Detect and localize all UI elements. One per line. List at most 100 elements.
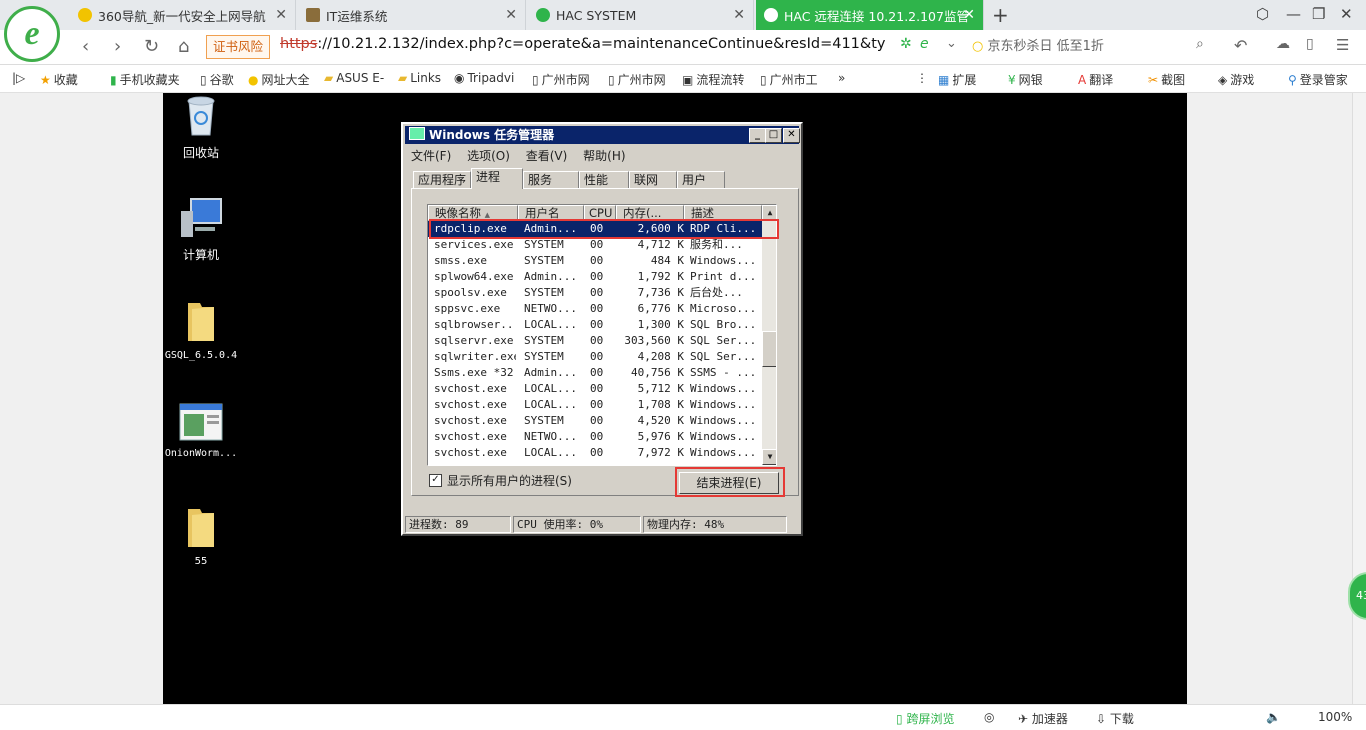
bookmark-mobile[interactable]: ▮ 手机收藏夹 <box>110 71 180 88</box>
menu-file[interactable]: 文件(F) <box>411 149 451 163</box>
desktop-icon-computer[interactable]: 计算机 <box>163 197 241 263</box>
bookmark-flow[interactable]: ▣ 流程流转 <box>682 71 744 88</box>
bookmark-asus[interactable]: ▰ ASUS E- <box>324 71 384 85</box>
grid-icon: ▦ <box>938 73 950 87</box>
url-field[interactable]: https://10.21.2.132/index.php?c=operate&… <box>280 36 885 52</box>
tab-hac-system[interactable]: HAC SYSTEM ✕ <box>528 0 754 30</box>
menu-view[interactable]: 查看(V) <box>526 149 568 163</box>
task-manager-titlebar[interactable]: Windows 任务管理器 _ □ ✕ <box>405 126 800 144</box>
desktop-icon-55-folder[interactable]: 55 <box>163 505 241 567</box>
reload-icon[interactable]: ↻ <box>144 36 159 57</box>
bookmark-gz-1[interactable]: ▯ 广州市网 <box>532 71 590 88</box>
remote-desktop[interactable]: 回收站 计算机 GSQL_6.5.0.4 OnionWorm... 55 Win… <box>163 93 1187 704</box>
maximize-icon[interactable]: □ <box>765 128 782 143</box>
bookmark-sites[interactable]: ● 网址大全 <box>248 71 310 88</box>
bookmark-favorites[interactable]: ★ 收藏 <box>40 71 78 88</box>
tab-applications[interactable]: 应用程序 <box>413 171 471 188</box>
minimize-icon[interactable]: _ <box>749 128 766 143</box>
new-tab-button[interactable]: + <box>992 3 1009 27</box>
menu-icon[interactable]: ☰ <box>1336 36 1349 54</box>
bank-button[interactable]: ¥ 网银 <box>1008 71 1043 88</box>
scroll-down-icon[interactable]: ▼ <box>762 449 776 465</box>
extensions-button[interactable]: ▦ 扩展 <box>938 71 976 88</box>
table-row[interactable]: sqlservr.exe SYSTEM 00 303,560 K SQL Ser... <box>428 333 762 349</box>
speed-icon[interactable]: ✲ <box>900 36 912 52</box>
search-input[interactable]: ○ 京东秒杀日 低至1折 <box>972 36 1214 58</box>
float-assistant-ball[interactable]: 43 <box>1348 572 1366 620</box>
browser-logo-icon[interactable]: e <box>4 6 60 62</box>
download-button[interactable]: ⇩ 下载 <box>1096 710 1134 727</box>
table-row[interactable]: svchost.exe NETWO... 00 5,976 K Windows... <box>428 429 762 445</box>
skin-icon[interactable]: ⬡ <box>1256 5 1269 23</box>
task-manager-window[interactable]: Windows 任务管理器 _ □ ✕ 文件(F) 选项(O) 查看(V) 帮助… <box>401 122 803 536</box>
desktop-icon-onionworm[interactable]: OnionWorm... <box>163 403 241 459</box>
tab-services[interactable]: 服务 <box>523 171 579 188</box>
bookmark-gz-3[interactable]: ▯ 广州市工 <box>760 71 818 88</box>
process-list[interactable]: 映像名称 ▲ 用户名 CPU 内存(... 描述 rdpclip.exe Admi… <box>427 204 777 466</box>
cert-warning-button[interactable]: 证书风险 <box>206 35 271 59</box>
desktop-icon-gsql-folder[interactable]: GSQL_6.5.0.4 <box>163 299 241 361</box>
games-button[interactable]: ◈ 游戏 <box>1218 71 1254 88</box>
restore-icon[interactable]: ❐ <box>1312 5 1325 23</box>
table-row[interactable]: sqlwriter.exe SYSTEM 00 4,208 K SQL Ser... <box>428 349 762 365</box>
table-row[interactable]: spoolsv.exe SYSTEM 00 7,736 K 后台处... <box>428 285 762 301</box>
minimize-icon[interactable]: — <box>1286 5 1301 23</box>
bookmark-more[interactable]: » <box>838 71 845 85</box>
close-icon[interactable]: ✕ <box>783 128 800 143</box>
table-row[interactable]: svchost.exe LOCAL... 00 5,712 K Windows... <box>428 381 762 397</box>
close-tab-icon[interactable]: ✕ <box>963 7 975 23</box>
forward-icon[interactable]: › <box>114 36 121 57</box>
chevron-down-icon[interactable]: ⌄ <box>946 36 957 51</box>
close-tab-icon[interactable]: ✕ <box>505 7 517 23</box>
show-all-users-checkbox[interactable]: ✓ 显示所有用户的进程(S) <box>429 472 572 489</box>
table-row[interactable]: Ssms.exe *32 Admin... 00 40,756 K SSMS - ... <box>428 365 762 381</box>
bookmark-google[interactable]: ▯ 谷歌 <box>200 71 234 88</box>
search-icon[interactable]: ⌕ <box>1196 36 1204 52</box>
tab-users[interactable]: 用户 <box>677 171 725 188</box>
bookmark-tripadvisor[interactable]: ◉ Tripadvi <box>454 71 514 85</box>
tab-networking[interactable]: 联网 <box>629 171 677 188</box>
gamepad-icon: ◈ <box>1218 73 1228 87</box>
login-manager-button[interactable]: ⚲ 登录管家 <box>1288 71 1348 88</box>
sound-icon[interactable]: 🔈 <box>1266 710 1281 724</box>
bookmark-gz-2[interactable]: ▯ 广州市网 <box>608 71 666 88</box>
table-row[interactable]: svchost.exe LOCAL... 00 1,708 K Windows... <box>428 397 762 413</box>
home-icon[interactable]: ⌂ <box>178 36 189 57</box>
sidebar-toggle-icon[interactable]: |▷ <box>12 71 25 85</box>
desktop-icon-recycle-bin[interactable]: 回收站 <box>163 93 241 161</box>
accelerator-button[interactable]: ✈ 加速器 <box>1018 710 1068 727</box>
close-tab-icon[interactable]: ✕ <box>733 7 745 23</box>
table-row[interactable]: svchost.exe SYSTEM 00 4,520 K Windows... <box>428 413 762 429</box>
more-dots-icon[interactable]: ⋮ <box>916 71 928 85</box>
table-row[interactable]: sqlbrowser... LOCAL... 00 1,300 K SQL Bro... <box>428 317 762 333</box>
restore-icon[interactable]: ◎ <box>984 710 994 724</box>
phone-icon[interactable]: ▯ <box>1306 36 1314 52</box>
close-window-icon[interactable]: ✕ <box>1340 5 1353 23</box>
screenshot-button[interactable]: ✂ 截图 <box>1148 71 1185 88</box>
tab-hac-remote[interactable]: HAC 远程连接 10.21.2.107监管 ✕ <box>756 0 984 30</box>
table-row[interactable]: services.exe SYSTEM 00 4,712 K 服务和... <box>428 237 762 253</box>
menu-options[interactable]: 选项(O) <box>467 149 510 163</box>
ie-mode-icon[interactable]: e <box>920 36 929 52</box>
table-row[interactable]: sppsvc.exe NETWO... 00 6,776 K Microso... <box>428 301 762 317</box>
scroll-thumb[interactable] <box>762 331 776 367</box>
undo-icon[interactable]: ↶ <box>1234 36 1247 55</box>
table-row[interactable]: svchost.exe LOCAL... 00 7,972 K Windows... <box>428 445 762 461</box>
cell-image-name: svchost.exe <box>434 398 507 411</box>
translate-button[interactable]: A 翻译 <box>1078 71 1113 88</box>
cloud-icon[interactable]: ☁ <box>1276 36 1290 52</box>
menu-help[interactable]: 帮助(H) <box>583 149 625 163</box>
table-row[interactable]: splwow64.exe Admin... 00 1,792 K Print d... <box>428 269 762 285</box>
process-list-scrollbar[interactable]: ▲ ▼ <box>762 205 776 465</box>
tab-processes[interactable]: 进程 <box>471 168 523 189</box>
close-tab-icon[interactable]: ✕ <box>275 7 287 23</box>
tab-360-nav[interactable]: 360导航_新一代安全上网导航 ✕ <box>70 0 296 30</box>
tab-it-ops[interactable]: IT运维系统 ✕ <box>298 0 526 30</box>
browser-tab-bar: e 360导航_新一代安全上网导航 ✕ IT运维系统 ✕ HAC SYSTEM … <box>0 0 1366 62</box>
zoom-level[interactable]: 100% <box>1318 710 1352 724</box>
back-icon[interactable]: ‹ <box>82 36 89 57</box>
cross-screen-button[interactable]: ▯ 跨屏浏览 <box>896 710 954 727</box>
bookmark-links[interactable]: ▰ Links <box>398 71 441 85</box>
table-row[interactable]: smss.exe SYSTEM 00 484 K Windows... <box>428 253 762 269</box>
tab-performance[interactable]: 性能 <box>579 171 629 188</box>
